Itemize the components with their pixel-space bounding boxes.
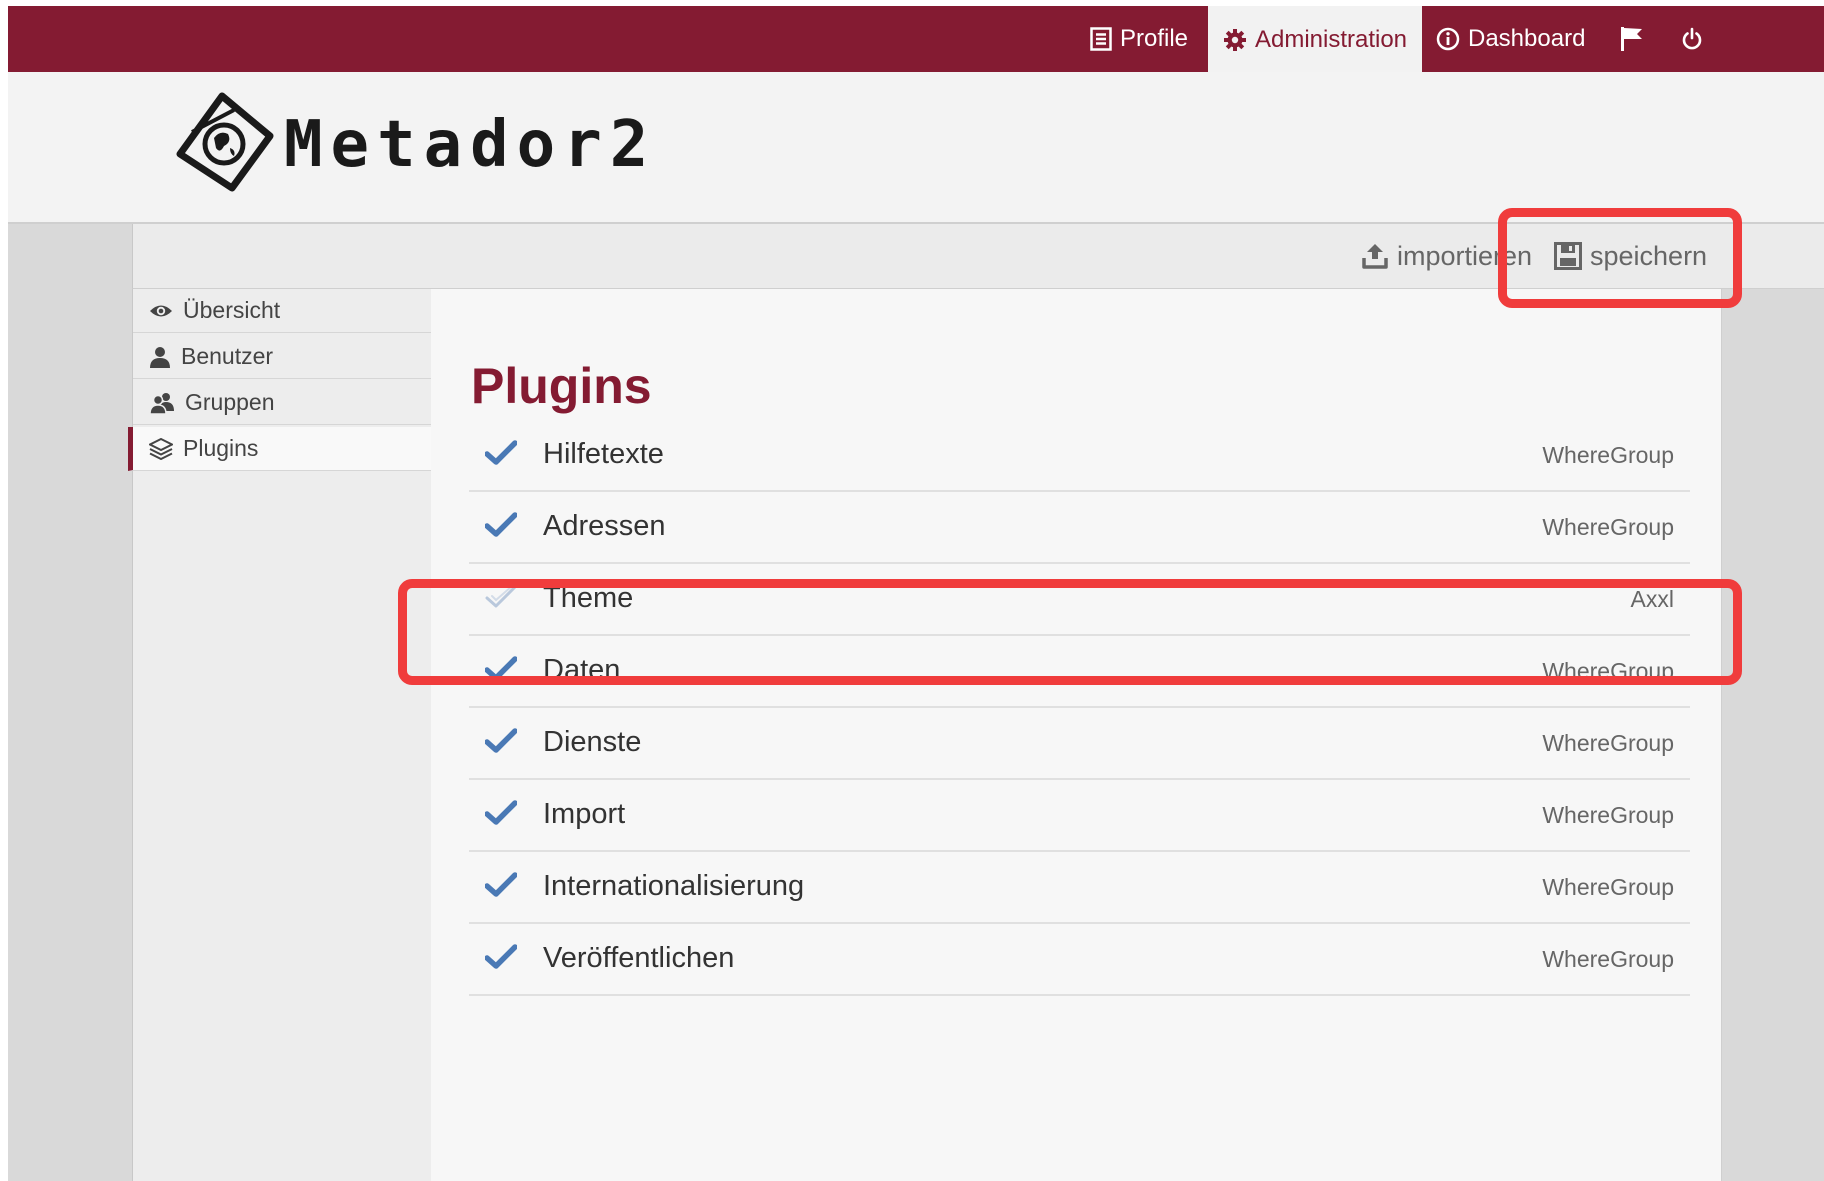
- power-icon: [1682, 27, 1702, 50]
- flag-icon: [1621, 27, 1642, 51]
- checkmark-icon[interactable]: [485, 872, 517, 898]
- nav-logout[interactable]: [1680, 6, 1714, 72]
- plugin-list: Hilfetexte WhereGroup Adressen WhereGrou…: [469, 420, 1690, 996]
- main-content: Plugins Hilfetexte WhereGroup Adressen W…: [431, 289, 1722, 1181]
- plugin-row-hilfetexte[interactable]: Hilfetexte WhereGroup: [469, 420, 1690, 492]
- checkmark-icon[interactable]: [485, 944, 517, 970]
- upload-icon: [1362, 244, 1388, 269]
- plugin-name: Theme: [543, 582, 634, 614]
- checkmark-icon[interactable]: [485, 800, 517, 826]
- plugin-vendor: Axxl: [1630, 586, 1674, 612]
- plugin-vendor: WhereGroup: [1542, 442, 1674, 468]
- app-frame: Profile Administration Dashboard Metador…: [8, 6, 1824, 1181]
- user-icon: [150, 346, 170, 368]
- plugin-name: Dienste: [543, 726, 642, 758]
- page-title: Plugins: [471, 358, 652, 414]
- plugin-row-import[interactable]: Import WhereGroup: [469, 780, 1690, 852]
- top-nav: Profile Administration Dashboard: [8, 6, 1824, 74]
- checkmark-icon[interactable]: [485, 440, 517, 466]
- floppy-disk-icon: [1554, 242, 1582, 270]
- plugin-vendor: WhereGroup: [1542, 658, 1674, 684]
- plugin-row-daten[interactable]: Daten WhereGroup: [469, 636, 1690, 708]
- sidebar-item-benutzer[interactable]: Benutzer: [133, 335, 431, 379]
- admin-sidebar: Übersicht Benutzer Gruppen Plugins: [128, 289, 432, 1181]
- metador-logo-icon: [176, 92, 274, 192]
- checkmark-icon[interactable]: [485, 512, 517, 538]
- plugin-name: Hilfetexte: [543, 438, 664, 470]
- layers-icon: [149, 437, 173, 460]
- save-label: speichern: [1590, 240, 1708, 271]
- plugin-vendor: WhereGroup: [1542, 514, 1674, 540]
- nav-administration-label: Administration: [1254, 26, 1408, 53]
- nav-administration[interactable]: Administration: [1208, 6, 1422, 74]
- import-label: importieren: [1397, 240, 1533, 271]
- checkmark-disabled-icon[interactable]: [485, 584, 517, 610]
- plugin-name: Daten: [543, 654, 621, 686]
- plugin-vendor: WhereGroup: [1542, 946, 1674, 972]
- sidebar-item-gruppen[interactable]: Gruppen: [133, 381, 431, 425]
- checkmark-icon[interactable]: [485, 728, 517, 754]
- nav-profile[interactable]: Profile: [1090, 6, 1210, 72]
- app-header: Metador2: [8, 72, 1824, 224]
- sidebar-item-uebersicht[interactable]: Übersicht: [133, 289, 431, 333]
- eye-icon: [150, 305, 172, 316]
- action-toolbar: importieren speichern: [132, 224, 1824, 289]
- sidebar-item-label: Übersicht: [183, 297, 281, 323]
- sidebar-item-label: Plugins: [183, 435, 259, 461]
- plugin-vendor: WhereGroup: [1542, 802, 1674, 828]
- plugin-row-adressen[interactable]: Adressen WhereGroup: [469, 492, 1690, 564]
- checkmark-icon[interactable]: [485, 656, 517, 682]
- info-icon: [1436, 27, 1460, 51]
- sidebar-item-label: Gruppen: [185, 389, 275, 415]
- plugin-row-dienste[interactable]: Dienste WhereGroup: [469, 708, 1690, 780]
- sidebar-item-label: Benutzer: [181, 343, 274, 369]
- import-button[interactable]: importieren: [1361, 224, 1532, 288]
- gear-icon: [1223, 29, 1246, 51]
- plugin-name: Veröffentlichen: [543, 942, 735, 974]
- plugin-vendor: WhereGroup: [1542, 730, 1674, 756]
- nav-dashboard-label: Dashboard: [1468, 25, 1586, 52]
- top-navbar: Profile Administration Dashboard: [8, 6, 1824, 74]
- sidebar-item-plugins[interactable]: Plugins: [128, 427, 431, 471]
- nav-dashboard[interactable]: Dashboard: [1436, 6, 1586, 72]
- plugin-vendor: WhereGroup: [1542, 874, 1674, 900]
- plugin-name: Import: [543, 798, 626, 830]
- plugin-name: Internationalisierung: [543, 870, 805, 902]
- nav-language[interactable]: [1620, 6, 1654, 72]
- nav-profile-label: Profile: [1120, 25, 1189, 52]
- plugin-row-internationalisierung[interactable]: Internationalisierung WhereGroup: [469, 852, 1690, 924]
- users-icon: [149, 392, 174, 414]
- save-button[interactable]: speichern: [1548, 224, 1708, 288]
- plugin-row-veroeffentlichen[interactable]: Veröffentlichen WhereGroup: [469, 924, 1690, 996]
- right-gutter: [1722, 289, 1824, 1181]
- list-icon: [1090, 27, 1112, 51]
- brand-name: Metador2: [284, 108, 657, 182]
- plugin-row-theme[interactable]: Theme Axxl: [469, 564, 1690, 636]
- plugin-name: Adressen: [543, 510, 666, 542]
